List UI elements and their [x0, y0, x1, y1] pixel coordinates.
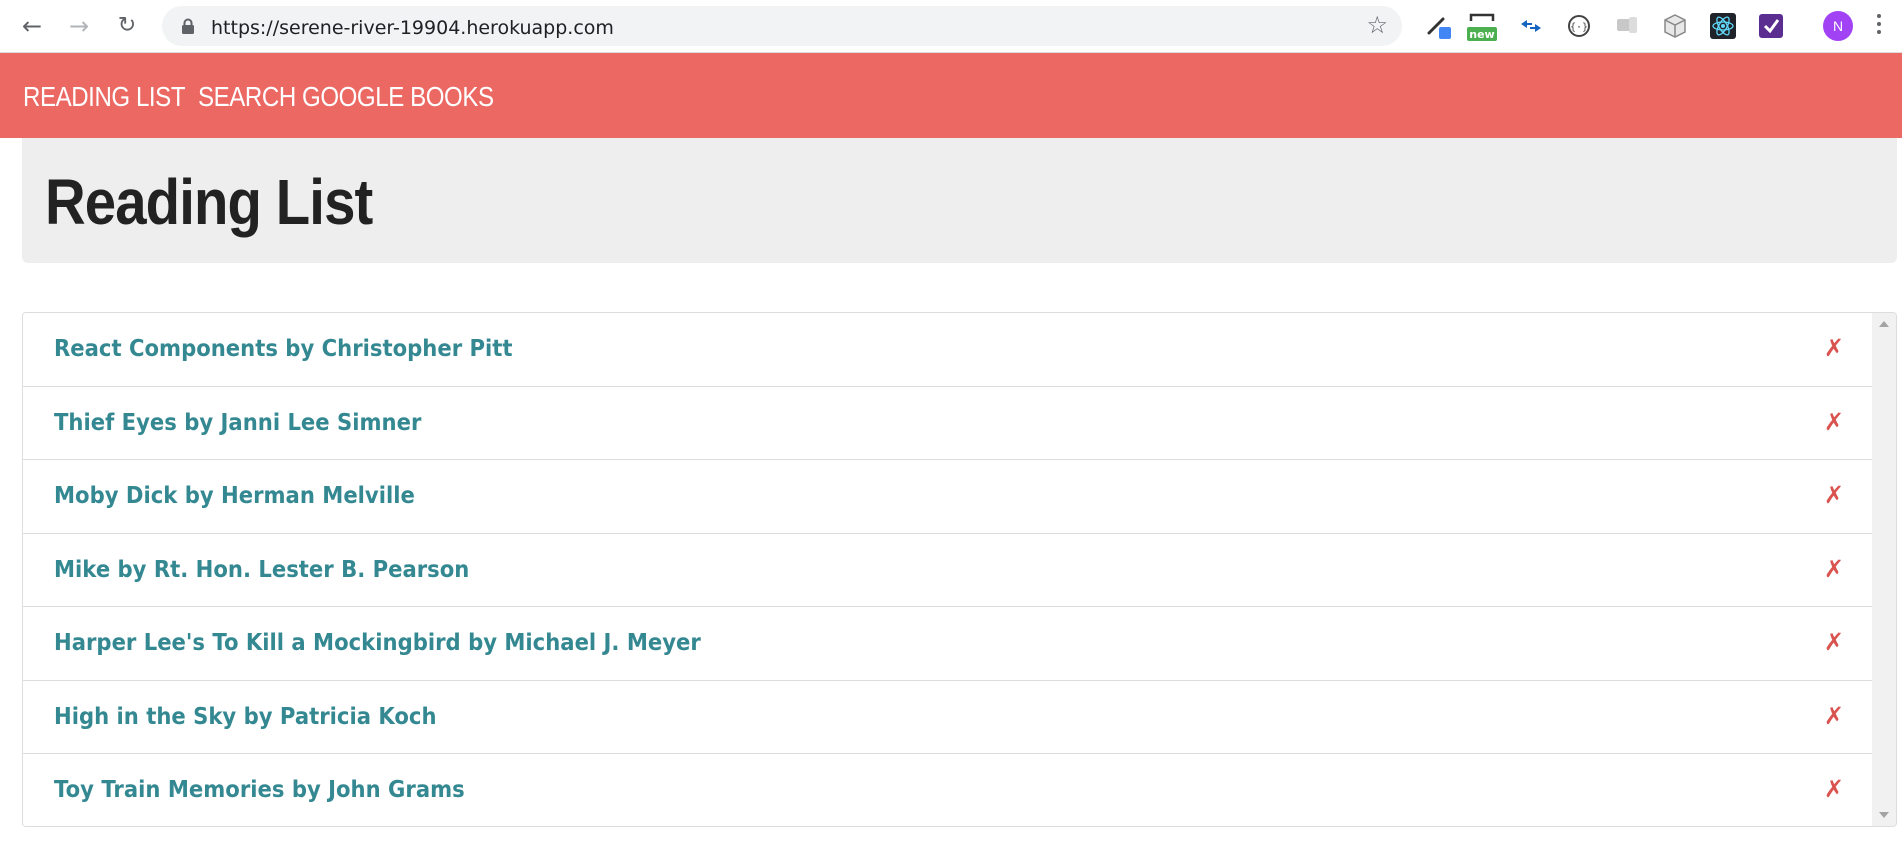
react-devtools-icon[interactable] — [1710, 13, 1736, 39]
remove-book-button[interactable]: ✗ — [1824, 776, 1844, 802]
new-badge: new — [1469, 28, 1494, 41]
reading-list[interactable]: React Components by Christopher Pitt ✗ T… — [22, 312, 1897, 827]
arrows-extension-icon[interactable] — [1518, 13, 1544, 39]
remove-book-button[interactable]: ✗ — [1824, 335, 1844, 361]
nav-link-search-google-books[interactable]: SEARCH GOOGLE BOOKS — [198, 81, 494, 113]
svg-text:{·}: {·} — [1570, 22, 1588, 33]
list-scrollbar[interactable] — [1872, 313, 1896, 826]
remove-book-button[interactable]: ✗ — [1824, 556, 1844, 582]
list-item: Moby Dick by Herman Melville ✗ — [23, 460, 1872, 534]
browser-menu-icon[interactable] — [1876, 14, 1882, 38]
browser-toolbar: ← → ↻ https://serene-river-19904.herokua… — [0, 0, 1902, 53]
app-navbar: READING LIST SEARCH GOOGLE BOOKS — [0, 53, 1902, 138]
remove-book-button[interactable]: ✗ — [1824, 703, 1844, 729]
book-list: React Components by Christopher Pitt ✗ T… — [23, 313, 1872, 826]
bookmark-star-icon[interactable]: ☆ — [1366, 13, 1388, 39]
scroll-down-arrow-icon[interactable] — [1879, 812, 1889, 818]
cube-extension-icon[interactable] — [1662, 13, 1688, 39]
disabled-extension-icon[interactable] — [1614, 13, 1640, 39]
book-link[interactable]: Harper Lee's To Kill a Mockingbird by Mi… — [54, 630, 701, 656]
list-item: Thief Eyes by Janni Lee Simner ✗ — [23, 386, 1872, 460]
book-link[interactable]: React Components by Christopher Pitt — [54, 336, 513, 362]
list-item: High in the Sky by Patricia Koch ✗ — [23, 680, 1872, 754]
remove-book-button[interactable]: ✗ — [1824, 629, 1844, 655]
profile-avatar[interactable]: N — [1823, 11, 1853, 41]
book-link[interactable]: Mike by Rt. Hon. Lester B. Pearson — [54, 557, 469, 583]
scroll-up-arrow-icon[interactable] — [1879, 321, 1889, 327]
reload-icon[interactable]: ↻ — [111, 10, 143, 42]
remove-book-button[interactable]: ✗ — [1824, 409, 1844, 435]
code-extension-icon[interactable]: {·} — [1566, 13, 1592, 39]
list-item: React Components by Christopher Pitt ✗ — [23, 313, 1872, 387]
url-text[interactable]: https://serene-river-19904.herokuapp.com — [211, 17, 614, 39]
list-item: Toy Train Memories by John Grams ✗ — [23, 754, 1872, 826]
remove-book-button[interactable]: ✗ — [1824, 482, 1844, 508]
book-link[interactable]: Moby Dick by Herman Melville — [54, 483, 415, 509]
book-link[interactable]: High in the Sky by Patricia Koch — [54, 704, 437, 730]
book-link[interactable]: Toy Train Memories by John Grams — [54, 777, 465, 803]
nav-link-reading-list[interactable]: READING LIST — [23, 81, 186, 113]
screenshot-extension-icon[interactable]: new — [1466, 9, 1498, 43]
address-bar[interactable]: https://serene-river-19904.herokuapp.com… — [162, 6, 1402, 46]
forward-arrow-icon[interactable]: → — [63, 10, 95, 42]
page-title: Reading List — [45, 166, 373, 238]
lock-icon — [182, 18, 194, 34]
list-item: Harper Lee's To Kill a Mockingbird by Mi… — [23, 607, 1872, 681]
book-link[interactable]: Thief Eyes by Janni Lee Simner — [54, 410, 421, 436]
color-picker-extension-icon[interactable] — [1425, 13, 1451, 39]
back-arrow-icon[interactable]: ← — [16, 10, 48, 42]
checkmark-extension-icon[interactable] — [1758, 13, 1784, 39]
page-header: Reading List — [22, 138, 1897, 263]
list-item: Mike by Rt. Hon. Lester B. Pearson ✗ — [23, 533, 1872, 607]
